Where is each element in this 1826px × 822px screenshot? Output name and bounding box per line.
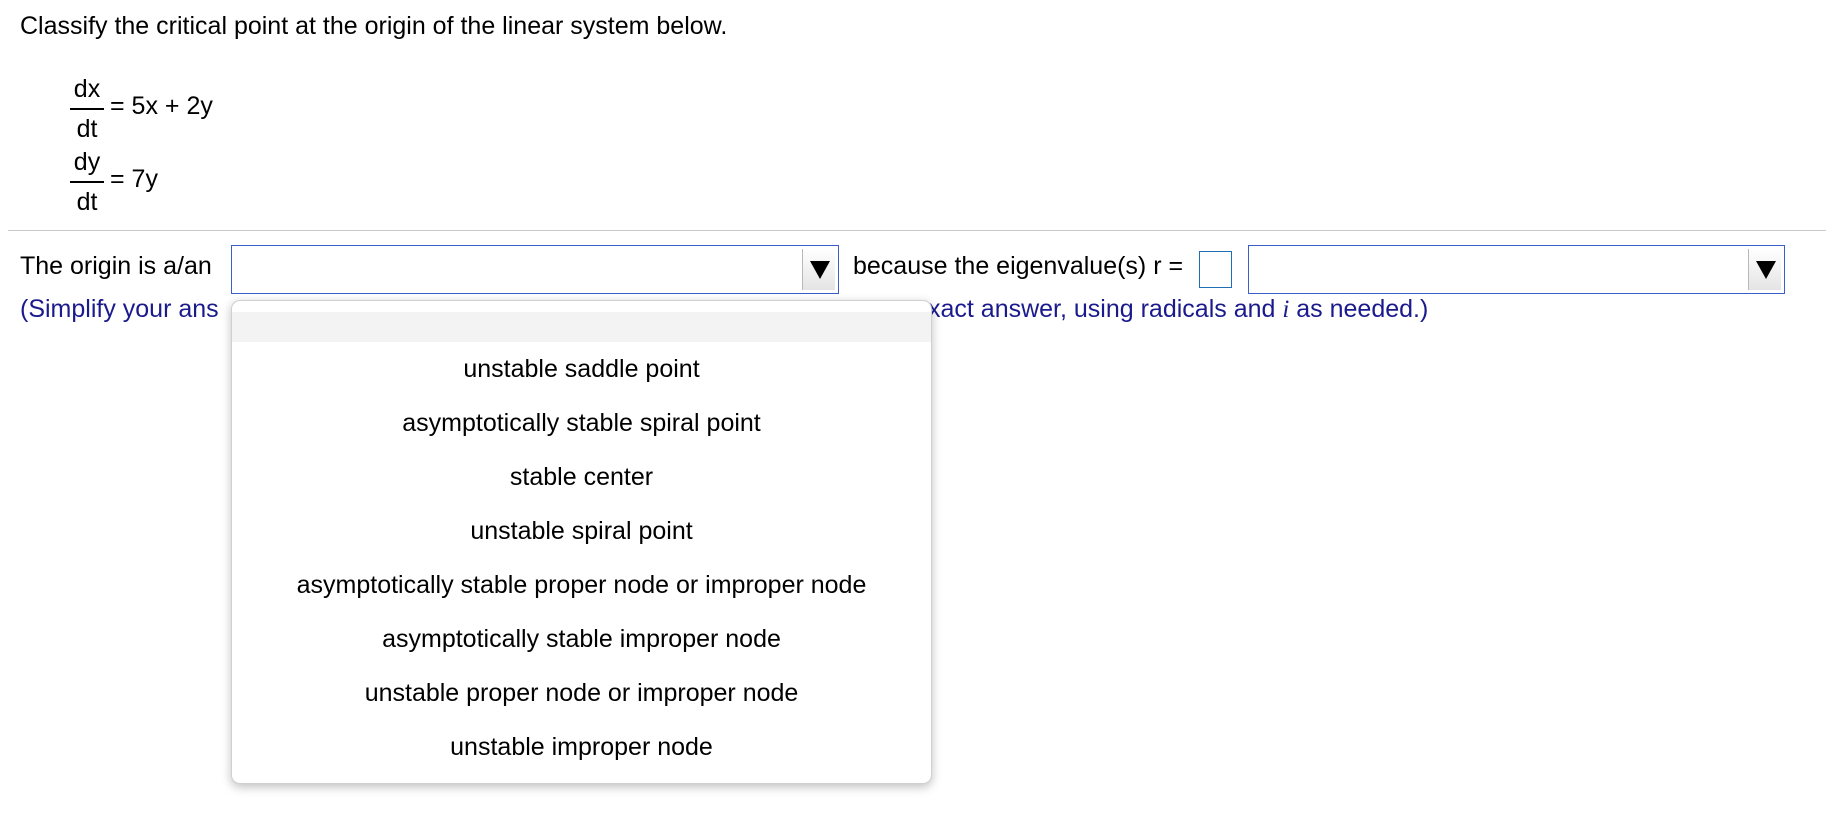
dropdown-option[interactable]: unstable proper node or improper node <box>232 666 931 720</box>
instruction-text: as needed.) <box>1289 295 1429 323</box>
section-divider <box>8 230 1826 231</box>
dropdown-arrow-icon[interactable] <box>802 249 835 290</box>
dropdown-blank-option[interactable] <box>232 312 931 342</box>
instruction-text-right: xact answer, using radicals and i as nee… <box>928 295 1428 324</box>
dropdown-option[interactable]: asymptotically stable spiral point <box>232 396 931 450</box>
equation-rhs: = 5x + 2y <box>110 92 213 120</box>
classification-select[interactable] <box>231 245 839 294</box>
instruction-text: xact answer, using radicals and <box>928 295 1283 323</box>
fraction-numerator: dx <box>73 75 101 103</box>
reason-select[interactable] <box>1248 245 1785 294</box>
classification-dropdown-menu: unstable saddle point asymptotically sta… <box>231 300 932 784</box>
dropdown-option[interactable]: asymptotically stable proper node or imp… <box>232 558 931 612</box>
fraction-bar <box>70 108 104 110</box>
equation-rhs: = 7y <box>110 165 158 193</box>
fraction-bar <box>70 181 104 183</box>
dropdown-option[interactable]: unstable saddle point <box>232 342 931 396</box>
derivative-fraction: dy dt <box>70 145 104 219</box>
dropdown-option[interactable]: unstable spiral point <box>232 504 931 558</box>
dropdown-option[interactable]: stable center <box>232 450 931 504</box>
dropdown-option[interactable]: asymptotically stable improper node <box>232 612 931 666</box>
instruction-text-left: (Simplify your ans <box>20 295 219 323</box>
dropdown-option[interactable]: unstable improper node <box>232 720 931 774</box>
fraction-denominator: dt <box>76 115 98 143</box>
eigenvalue-input[interactable] <box>1199 251 1232 288</box>
fraction-denominator: dt <box>76 188 98 216</box>
question-text: Classify the critical point at the origi… <box>20 12 728 40</box>
dropdown-arrow-icon[interactable] <box>1748 249 1781 290</box>
fraction-numerator: dy <box>73 148 101 176</box>
derivative-fraction: dx dt <box>70 72 104 146</box>
answer-middle-text: because the eigenvalue(s) r = <box>853 252 1184 280</box>
answer-prefix-text: The origin is a/an <box>20 252 212 280</box>
